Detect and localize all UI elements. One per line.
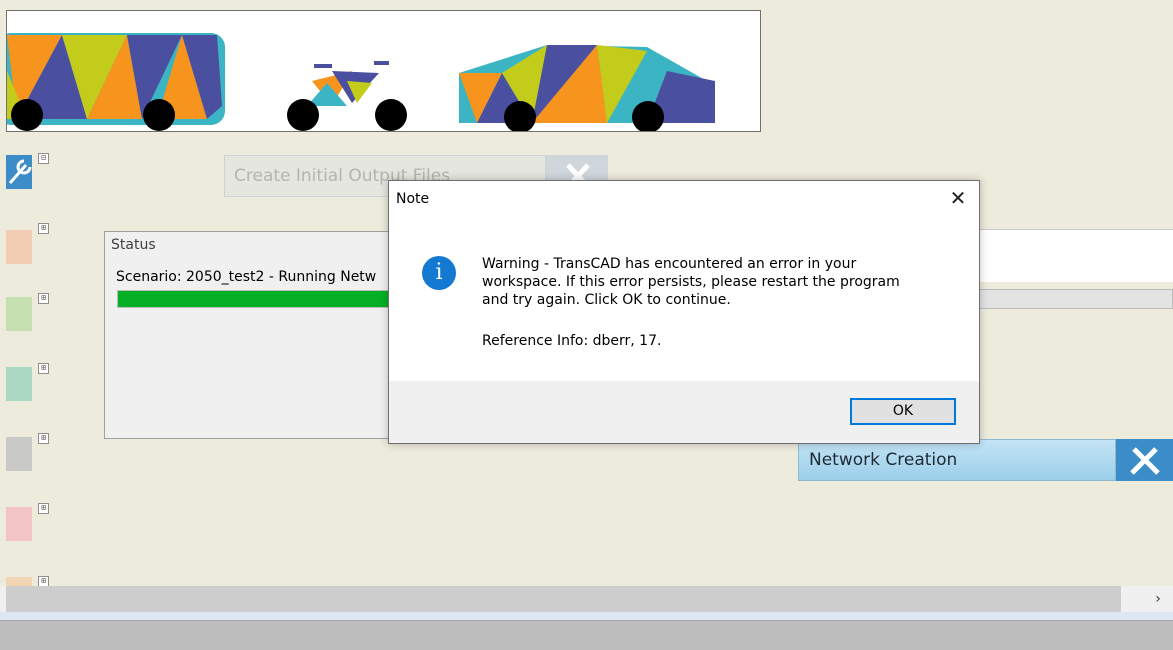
banner-image <box>6 10 761 132</box>
expand-collapse-toggle[interactable]: ⊞ <box>38 503 49 514</box>
divider <box>0 612 1173 620</box>
car-graphic <box>459 45 715 131</box>
status-window: Status Scenario: 2050_test2 - Running Ne… <box>104 231 407 439</box>
bicycle-graphic <box>287 61 407 131</box>
network-creation-step[interactable]: Network Creation <box>798 439 1173 481</box>
dialog-footer: OK <box>389 381 979 443</box>
arrow-icon[interactable] <box>6 437 32 471</box>
bus-icon[interactable] <box>6 507 32 541</box>
vehicles-graphic <box>7 33 715 131</box>
note-dialog: Note ✕ i Warning - TransCAD has encounte… <box>388 180 980 444</box>
expand-collapse-toggle[interactable]: ⊞ <box>38 433 49 444</box>
step-label: Network Creation <box>798 439 1116 481</box>
reference-info: Reference Info: dberr, 17. <box>482 333 662 349</box>
ok-button[interactable]: OK <box>850 398 956 425</box>
info-icon: i <box>422 256 456 290</box>
bus-graphic <box>7 33 225 131</box>
background-panel <box>976 229 1173 282</box>
status-bar <box>0 620 1173 650</box>
expand-collapse-toggle[interactable]: ⊞ <box>38 363 49 374</box>
background-panel-bar <box>976 289 1173 309</box>
progress-fill <box>118 291 401 307</box>
chevron-right-icon[interactable]: › <box>1148 589 1168 609</box>
status-message: Scenario: 2050_test2 - Running Netw <box>116 269 377 285</box>
tools-icon[interactable] <box>6 155 32 189</box>
warning-message: Warning - TransCAD has encountered an er… <box>482 256 900 308</box>
expand-collapse-toggle[interactable]: ⊞ <box>38 223 49 234</box>
clock-icon[interactable] <box>6 367 32 401</box>
truck-icon[interactable] <box>6 577 32 586</box>
close-icon[interactable]: ✕ <box>947 187 969 209</box>
dialog-title: Note <box>396 191 430 207</box>
progress-bar <box>117 290 407 308</box>
building-icon[interactable] <box>6 230 32 264</box>
horizontal-scrollbar[interactable]: › <box>0 586 1173 612</box>
expand-collapse-toggle[interactable]: ⊟ <box>38 153 49 164</box>
scrollbar-thumb[interactable] <box>6 586 1121 612</box>
dialog-body: i Warning - TransCAD has encountered an … <box>389 219 979 381</box>
wrench-screwdriver-icon[interactable] <box>1116 439 1173 481</box>
status-title: Status <box>111 237 156 253</box>
expand-collapse-toggle[interactable]: ⊞ <box>38 293 49 304</box>
person-icon[interactable] <box>6 297 32 331</box>
